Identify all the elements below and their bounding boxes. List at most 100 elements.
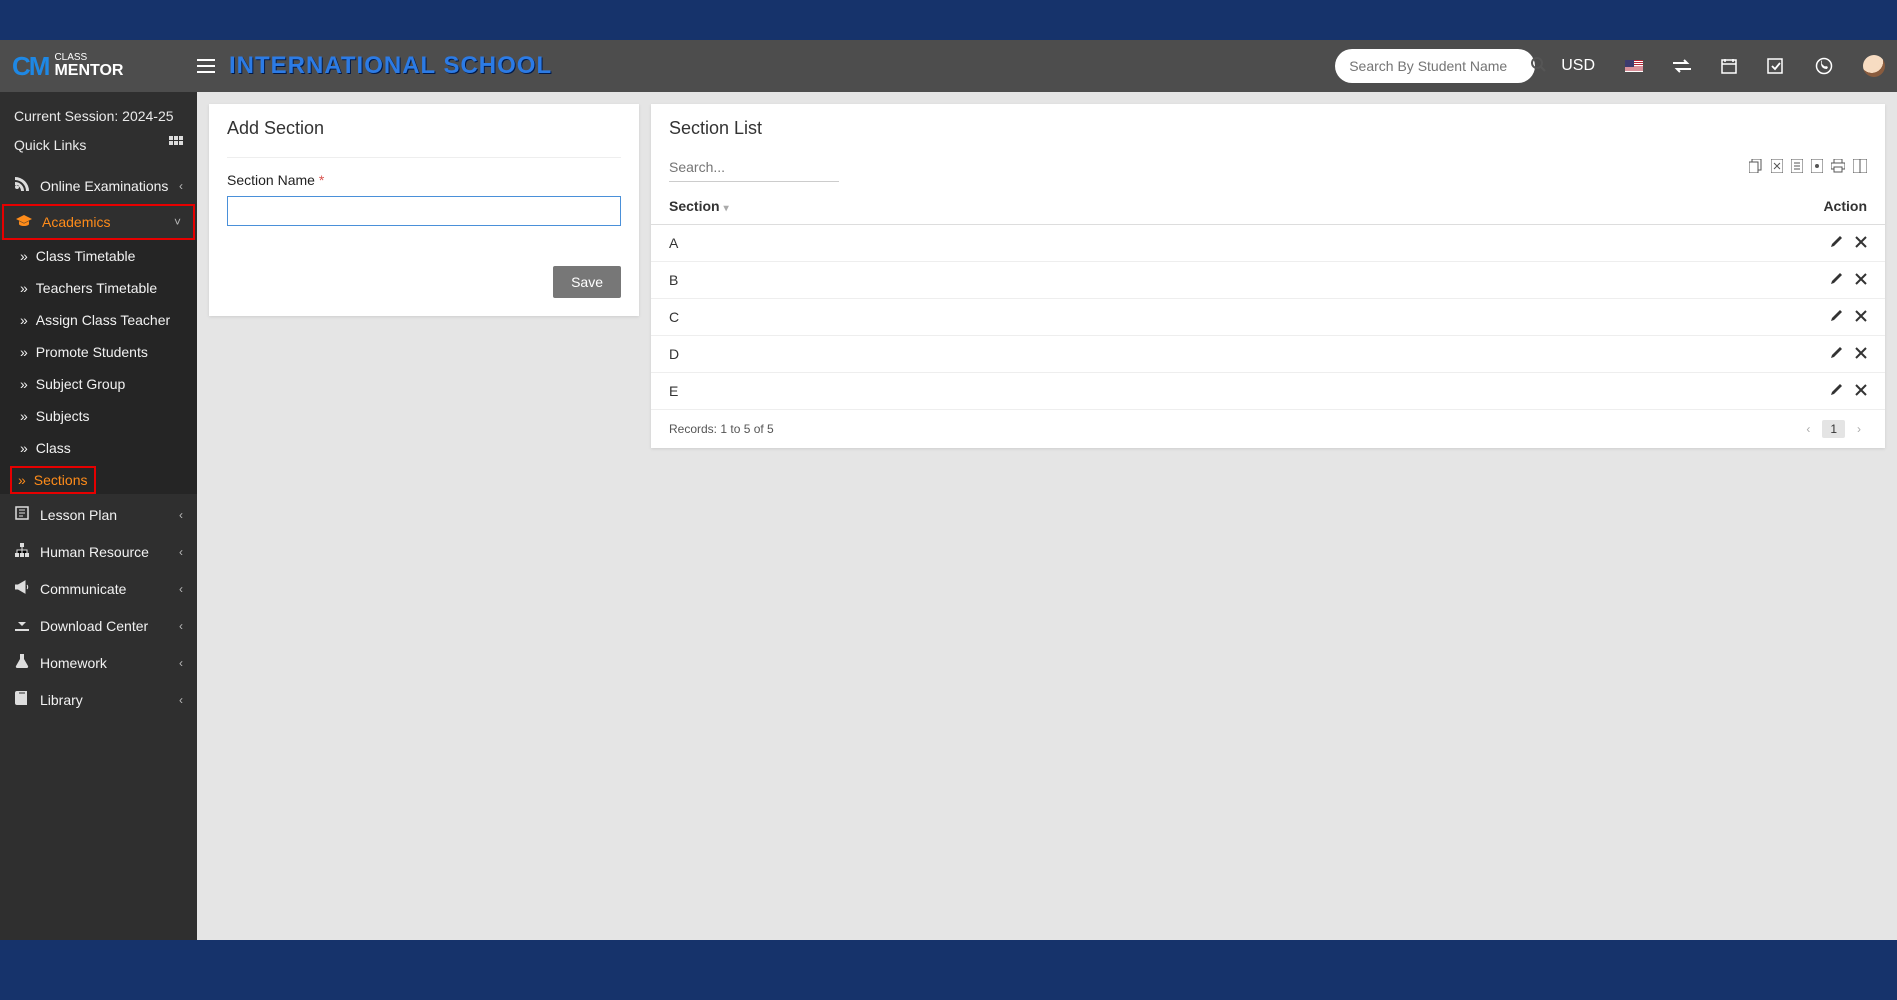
column-header-section[interactable]: Section▾	[651, 188, 1304, 225]
sidebar-sub-subject-group[interactable]: »Subject Group	[0, 368, 197, 400]
sidebar-item-label: Homework	[40, 655, 107, 671]
angle-right-icon: »	[20, 376, 28, 392]
language-flag-icon[interactable]	[1625, 60, 1643, 72]
copy-icon[interactable]	[1749, 159, 1763, 176]
edit-icon[interactable]	[1830, 346, 1843, 362]
lesson-plan-icon	[14, 506, 30, 523]
hamburger-icon[interactable]	[197, 59, 215, 73]
sidebar-item-label: Sections	[34, 472, 88, 488]
bullhorn-icon	[14, 580, 30, 597]
page-prev-button[interactable]: ‹	[1800, 420, 1816, 438]
angle-right-icon: »	[20, 440, 28, 456]
delete-icon[interactable]	[1855, 383, 1867, 399]
chevron-left-icon: ‹	[179, 508, 183, 522]
sidebar-sub-sections[interactable]: » Sections	[10, 466, 96, 494]
currency-switch[interactable]: USD	[1561, 57, 1595, 75]
delete-icon[interactable]	[1855, 272, 1867, 288]
sidebar-item-homework[interactable]: Homework ‹	[0, 644, 197, 681]
angle-right-icon: »	[20, 408, 28, 424]
sidebar-item-academics[interactable]: Academics ˅	[2, 204, 195, 240]
section-cell: D	[651, 336, 1304, 373]
section-name-input[interactable]	[227, 196, 621, 226]
rss-icon	[14, 177, 30, 194]
sidebar-item-online-examinations[interactable]: Online Examinations ‹	[0, 167, 197, 204]
main-content: Add Section Section Name * Save Section …	[197, 92, 1897, 940]
sidebar-item-human-resource[interactable]: Human Resource ‹	[0, 533, 197, 570]
sidebar: Current Session: 2024-25 Quick Links Onl…	[0, 92, 197, 940]
sidebar-item-label: Class Timetable	[36, 248, 136, 264]
sidebar-item-label: Promote Students	[36, 344, 148, 360]
pdf-icon[interactable]	[1811, 159, 1823, 176]
sidebar-item-label: Online Examinations	[40, 178, 168, 194]
sidebar-sub-assign-class-teacher[interactable]: »Assign Class Teacher	[0, 304, 197, 336]
angle-right-icon: »	[18, 472, 26, 488]
flask-icon	[14, 654, 30, 671]
sidebar-item-label: Lesson Plan	[40, 507, 117, 523]
chevron-left-icon: ‹	[179, 545, 183, 559]
sidebar-item-label: Teachers Timetable	[36, 280, 157, 296]
sidebar-sub-class-timetable[interactable]: » Class Timetable	[0, 240, 197, 272]
table-row: C	[651, 299, 1885, 336]
section-cell: A	[651, 225, 1304, 262]
edit-icon[interactable]	[1830, 309, 1843, 325]
delete-icon[interactable]	[1855, 235, 1867, 251]
excel-icon[interactable]	[1771, 159, 1783, 176]
sidebar-item-lesson-plan[interactable]: Lesson Plan ‹	[0, 496, 197, 533]
student-search[interactable]	[1335, 49, 1535, 83]
edit-icon[interactable]	[1830, 272, 1843, 288]
page-current: 1	[1822, 420, 1845, 438]
sidebar-item-library[interactable]: Library ‹	[0, 681, 197, 718]
school-name: INTERNATIONAL SCHOOL	[229, 52, 552, 80]
calendar-icon[interactable]	[1721, 58, 1737, 74]
section-name-label: Section Name *	[227, 172, 324, 188]
sidebar-sub-promote-students[interactable]: » Promote Students	[0, 336, 197, 368]
section-list-card: Section List	[651, 104, 1885, 448]
sidebar-sub-teachers-timetable[interactable]: »Teachers Timetable	[0, 272, 197, 304]
swap-icon[interactable]	[1673, 59, 1691, 73]
pagination: ‹ 1 ›	[1800, 420, 1867, 438]
section-cell: C	[651, 299, 1304, 336]
chevron-left-icon: ‹	[179, 582, 183, 596]
sidebar-item-communicate[interactable]: Communicate ‹	[0, 570, 197, 607]
sidebar-sub-class[interactable]: »Class	[0, 432, 197, 464]
column-header-action: Action	[1304, 188, 1885, 225]
sidebar-sub-subjects[interactable]: »Subjects	[0, 400, 197, 432]
section-cell: B	[651, 262, 1304, 299]
delete-icon[interactable]	[1855, 309, 1867, 325]
search-icon[interactable]	[1530, 56, 1546, 77]
book-icon	[14, 691, 30, 708]
save-button[interactable]: Save	[553, 266, 621, 298]
chevron-left-icon: ‹	[179, 656, 183, 670]
download-icon	[14, 617, 30, 634]
task-check-icon[interactable]	[1767, 58, 1785, 74]
table-row: A	[651, 225, 1885, 262]
sidebar-item-label: Download Center	[40, 618, 148, 634]
whatsapp-icon[interactable]	[1815, 57, 1833, 75]
card-title: Section List	[651, 104, 1885, 153]
csv-icon[interactable]	[1791, 159, 1803, 176]
page-next-button[interactable]: ›	[1851, 420, 1867, 438]
delete-icon[interactable]	[1855, 346, 1867, 362]
add-section-card: Add Section Section Name * Save	[209, 104, 639, 316]
sidebar-item-download-center[interactable]: Download Center ‹	[0, 607, 197, 644]
print-icon[interactable]	[1831, 159, 1845, 176]
columns-icon[interactable]	[1853, 159, 1867, 176]
user-avatar[interactable]	[1863, 55, 1885, 77]
chevron-left-icon: ‹	[179, 693, 183, 707]
angle-right-icon: »	[20, 248, 28, 264]
session-label: Current Session: 2024-25	[14, 102, 183, 130]
chevron-left-icon: ‹	[179, 179, 183, 193]
edit-icon[interactable]	[1830, 383, 1843, 399]
export-toolbar	[1749, 159, 1867, 176]
sidebar-item-label: Assign Class Teacher	[36, 312, 170, 328]
quick-links[interactable]: Quick Links	[14, 130, 183, 159]
logo-text: CLASS MENTOR	[54, 53, 123, 79]
edit-icon[interactable]	[1830, 235, 1843, 251]
table-row: E	[651, 373, 1885, 410]
angle-right-icon: »	[20, 344, 28, 360]
sidebar-item-label: Human Resource	[40, 544, 149, 560]
section-search-input[interactable]	[669, 153, 839, 182]
app-logo[interactable]: CM CLASS MENTOR	[12, 51, 197, 82]
student-search-input[interactable]	[1349, 58, 1530, 74]
section-cell: E	[651, 373, 1304, 410]
